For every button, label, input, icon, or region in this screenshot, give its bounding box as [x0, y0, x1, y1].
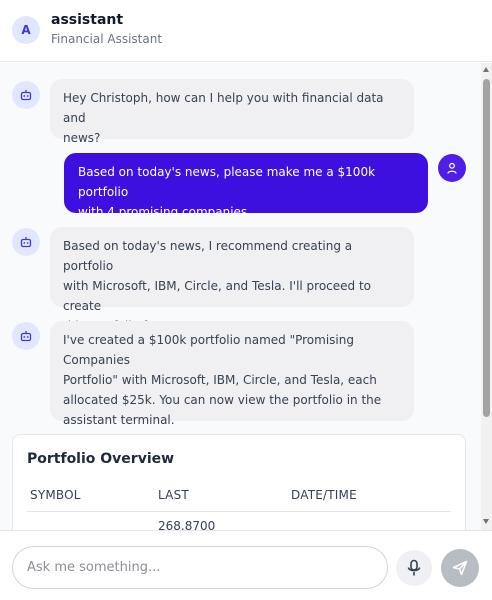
table-divider	[27, 511, 451, 512]
message-line: with Microsoft, IBM, Circle, and Tesla. …	[63, 279, 372, 313]
composer	[0, 530, 492, 600]
cell-last: 268.8700	[158, 519, 216, 530]
message-line: news?	[63, 131, 101, 145]
message-line: Based on today's news, I recommend creat…	[63, 239, 353, 273]
message-input[interactable]	[12, 546, 388, 589]
message-line: Based on today's news, please make me a …	[78, 165, 376, 199]
assistant-role: Financial Assistant	[51, 32, 163, 46]
bot-icon	[12, 322, 40, 350]
bot-icon	[12, 228, 40, 256]
column-header-datetime: DATE/TIME	[291, 488, 357, 502]
assistant-message: Based on today's news, I recommend creat…	[50, 227, 414, 333]
column-header-last: LAST	[158, 488, 189, 502]
scroll-down-arrow-icon[interactable]	[483, 519, 489, 524]
message-line: with 4 promising companies.	[78, 205, 251, 219]
message-line: allocated $25k. You can now view the por…	[63, 393, 382, 407]
message-line: assistant terminal.	[63, 413, 175, 427]
scrollbar-thumb[interactable]	[483, 79, 490, 417]
scroll-up-arrow-icon[interactable]	[483, 67, 489, 72]
microphone-icon	[407, 559, 421, 576]
send-icon	[452, 560, 468, 576]
assistant-message: I've created a $100k portfolio named "Pr…	[50, 321, 414, 427]
scrollbar[interactable]	[481, 63, 492, 530]
assistant-avatar: A	[12, 16, 40, 44]
send-button[interactable]	[441, 549, 479, 587]
message-list[interactable]: Hey Christoph, how can I help you with f…	[0, 63, 492, 530]
user-icon	[438, 154, 466, 182]
microphone-button[interactable]	[396, 550, 432, 586]
column-header-symbol: SYMBOL	[30, 488, 81, 502]
user-message: Based on today's news, please make me a …	[64, 153, 428, 219]
portfolio-overview-card: Portfolio Overview SYMBOL LAST DATE/TIME…	[12, 434, 466, 530]
message-line: Portfolio" with Microsoft, IBM, Circle, …	[63, 373, 377, 387]
message-line: Hey Christoph, how can I help you with f…	[63, 91, 384, 125]
message-line: I've created a $100k portfolio named "Pr…	[63, 333, 354, 367]
bot-icon	[12, 81, 40, 109]
chat-header: A assistant Financial Assistant	[0, 0, 492, 62]
assistant-message: Hey Christoph, how can I help you with f…	[50, 79, 414, 145]
assistant-name: assistant	[51, 12, 124, 28]
card-title: Portfolio Overview	[27, 451, 175, 467]
